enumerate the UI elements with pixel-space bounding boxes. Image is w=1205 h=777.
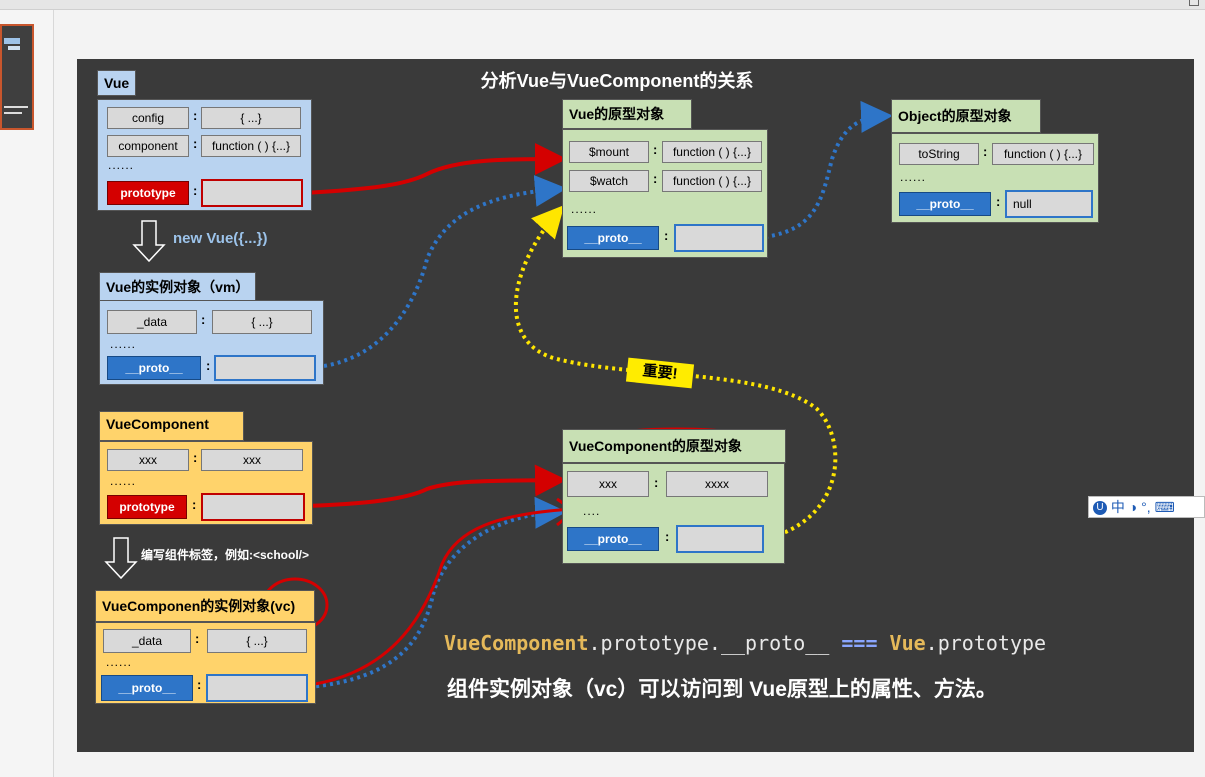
vue-header: Vue — [97, 70, 137, 96]
vc-proto-arrow — [308, 496, 567, 689]
vuecomponent-prototype-key: prototype — [107, 495, 187, 519]
vue-proto-proto-key: __proto__ — [567, 226, 659, 250]
vm-data-key: _data — [107, 310, 197, 334]
vc-ellipsis: ...... — [106, 655, 133, 669]
vuecomponent-prototype-slot — [201, 493, 305, 521]
vue-proto-ellipsis: ...... — [571, 202, 598, 216]
vue-component-value: function ( ) {...} — [201, 135, 301, 157]
ime-logo-icon[interactable]: U — [1093, 501, 1107, 516]
vue-prototype-arrow — [303, 143, 567, 195]
object-proto-ellipsis: ...... — [900, 170, 927, 184]
summary-text: 组件实例对象（vc）可以访问到 Vue原型上的属性、方法。 — [447, 678, 997, 701]
vc-proto-proto-slot — [676, 525, 764, 553]
vuecomponent-key: xxx — [107, 449, 189, 471]
vuecomponent-prototype-object-box: xxx : xxxx .... __proto__ : — [562, 463, 785, 564]
vc-proto-xxx-key: xxx — [567, 471, 649, 497]
top-toolbar — [0, 0, 1205, 10]
new-vue-down-arrow — [132, 220, 166, 263]
vue-config-key: config — [107, 107, 189, 129]
vm-data-value: { ...} — [212, 310, 312, 334]
object-proto-header: Object的原型对象 — [891, 99, 1041, 133]
vue-component-key: component — [107, 135, 189, 157]
object-proto-null-value: null — [1005, 190, 1093, 218]
thumbnail-text-line — [4, 106, 28, 108]
vm-instance-box: _data : { ...} ...... __proto__ : — [99, 300, 324, 385]
slide-canvas: 分析Vue与VueComponent的关系 Vue config : { ...… — [77, 59, 1194, 752]
vuecomponent-prototype-arrow — [303, 464, 567, 508]
vc-proto-slot — [206, 674, 308, 702]
vue-prototype-slot — [201, 179, 303, 207]
vue-proto-proto-slot — [674, 224, 764, 252]
vue-proto-to-object-arrow — [764, 100, 893, 239]
vue-proto-mount-value: function ( ) {...} — [662, 141, 762, 163]
vc-proto-header: VueComponent的原型对象 — [562, 429, 786, 463]
vc-proto-xxxx-value: xxxx — [666, 471, 768, 497]
equation-prototype-proto: .prototype.__proto__ — [588, 631, 842, 655]
vuecomponent-ellipsis: ...... — [110, 474, 137, 488]
thumbnail-shape — [8, 46, 20, 50]
new-vue-label: new Vue({...}) — [173, 230, 268, 247]
vue-constructor-box: config : { ...} component : function ( )… — [97, 99, 312, 211]
vm-proto-slot — [214, 355, 316, 381]
vc-proto-key: __proto__ — [101, 675, 193, 701]
vuecomponent-value: xxx — [201, 449, 303, 471]
vc-instance-box: _data : { ...} ...... __proto__ : — [95, 622, 316, 704]
vuecomponent-header: VueComponent — [99, 411, 244, 441]
vue-ellipsis: ...... — [108, 158, 135, 172]
handdrawn-red-arrow — [314, 507, 573, 686]
vc-header: VueComponen的实例对象(vc) — [95, 590, 315, 622]
equation-vuecomponent: VueComponent — [444, 631, 589, 655]
slide-thumbnail-panel — [0, 10, 54, 777]
vm-proto-key: __proto__ — [107, 356, 201, 380]
vue-proto-header: Vue的原型对象 — [562, 99, 692, 129]
vue-proto-watch-value: function ( ) {...} — [662, 170, 762, 192]
object-tostring-value: function ( ) {...} — [992, 143, 1094, 165]
vc-proto-proto-key: __proto__ — [567, 527, 659, 551]
vc-data-value: { ...} — [207, 629, 307, 653]
equation-vue: Vue — [877, 631, 926, 655]
vm-header: Vue的实例对象（vm） — [99, 272, 257, 302]
ime-status-text[interactable]: 中 ◑ °, ⌨ — [1111, 499, 1175, 515]
window-restore-icon[interactable] — [1189, 0, 1199, 6]
vue-proto-watch-key: $watch — [569, 170, 649, 192]
write-tag-label: 编写组件标签，例如:<school/> — [141, 548, 310, 562]
vc-data-key: _data — [103, 629, 191, 653]
prototype-equation: VueComponent.prototype.__proto__ === Vue… — [444, 631, 1046, 655]
slide-title: 分析Vue与VueComponent的关系 — [480, 71, 754, 91]
write-tag-down-arrow — [104, 537, 138, 580]
object-proto-key: __proto__ — [899, 192, 991, 216]
equation-prototype: .prototype — [925, 631, 1047, 655]
equation-operator: === — [841, 631, 878, 655]
ime-toolbar[interactable]: U 中 ◑ °, ⌨ — [1088, 496, 1205, 518]
vm-proto-arrow — [316, 174, 567, 369]
vue-proto-mount-key: $mount — [569, 141, 649, 163]
slide-thumbnail[interactable] — [0, 24, 34, 130]
thumbnail-text-line — [4, 112, 22, 114]
vue-config-value: { ...} — [201, 107, 301, 129]
vuecomponent-constructor-box: xxx : xxx ...... prototype : — [99, 441, 313, 525]
vue-prototype-key: prototype — [107, 181, 189, 205]
vc-proto-ellipsis: .... — [583, 504, 601, 518]
thumbnail-shape — [4, 38, 20, 44]
object-prototype-object-box: toString : function ( ) {...} ...... __p… — [891, 133, 1099, 223]
object-tostring-key: toString — [899, 143, 979, 165]
vue-prototype-object-box: $mount : function ( ) {...} $watch : fun… — [562, 129, 768, 258]
vm-ellipsis: ...... — [110, 337, 137, 351]
